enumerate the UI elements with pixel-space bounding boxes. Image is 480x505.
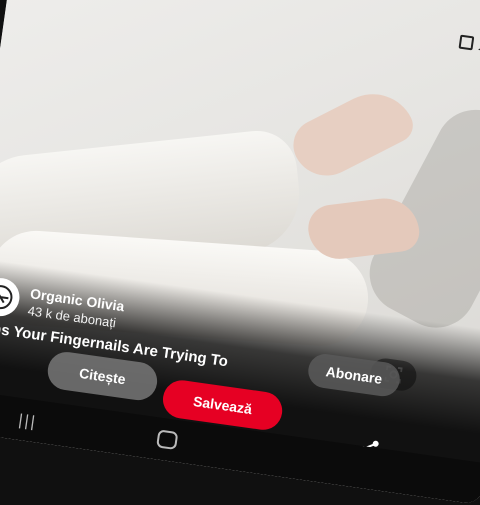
home-icon[interactable]	[156, 429, 179, 451]
recent-apps-icon[interactable]: |||	[17, 412, 38, 432]
phone-screen: ◢ 76 Organic Olivia 43 k de abonați Sign…	[0, 0, 480, 505]
avatar-logo-icon	[0, 285, 13, 310]
avatar[interactable]	[0, 275, 22, 319]
notification-icon	[458, 34, 474, 51]
